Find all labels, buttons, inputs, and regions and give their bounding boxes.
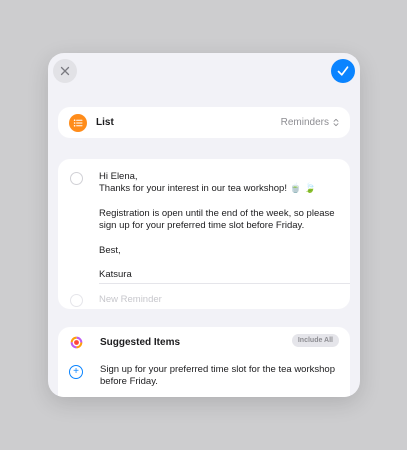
suggestions-icon (70, 336, 83, 349)
new-reminder-input[interactable]: New Reminder (99, 294, 162, 305)
suggested-item-text[interactable]: Sign up for your preferred time slot for… (100, 364, 340, 389)
add-icon[interactable]: + (69, 365, 83, 379)
confirm-button[interactable] (331, 59, 355, 83)
reminder-line: Hi Elena, (99, 171, 138, 182)
include-all-button[interactable]: Include All (291, 334, 339, 347)
suggested-items-title: Suggested Items (100, 337, 181, 348)
list-icon (69, 113, 87, 132)
reminder-list: Hi Elena, Thanks for your interest in ou… (58, 159, 350, 309)
suggested-items-card: Suggested Items Include All + Sign up fo… (58, 327, 350, 397)
close-button[interactable] (53, 59, 77, 83)
new-reminder-checkbox (70, 294, 83, 307)
up-down-chevron-icon (333, 118, 339, 127)
reminder-sheet: List Reminders Hi Elena, Thanks for your… (48, 53, 360, 397)
reminder-line: Katsura (99, 269, 132, 281)
close-icon (60, 66, 70, 76)
reminder-line: Registration is open until the end of th… (99, 207, 335, 232)
list-label: List (96, 117, 114, 128)
list-value[interactable]: Reminders (281, 117, 329, 128)
reminder-checkbox[interactable] (70, 172, 83, 185)
reminder-title[interactable]: Hi Elena, Thanks for your interest in ou… (99, 171, 335, 282)
reminder-line: Thanks for your interest in our tea work… (99, 183, 316, 195)
checkmark-icon (337, 66, 349, 76)
divider (99, 283, 350, 284)
reminder-line: Best, (99, 244, 121, 256)
list-selector-row[interactable]: List Reminders (58, 107, 350, 138)
